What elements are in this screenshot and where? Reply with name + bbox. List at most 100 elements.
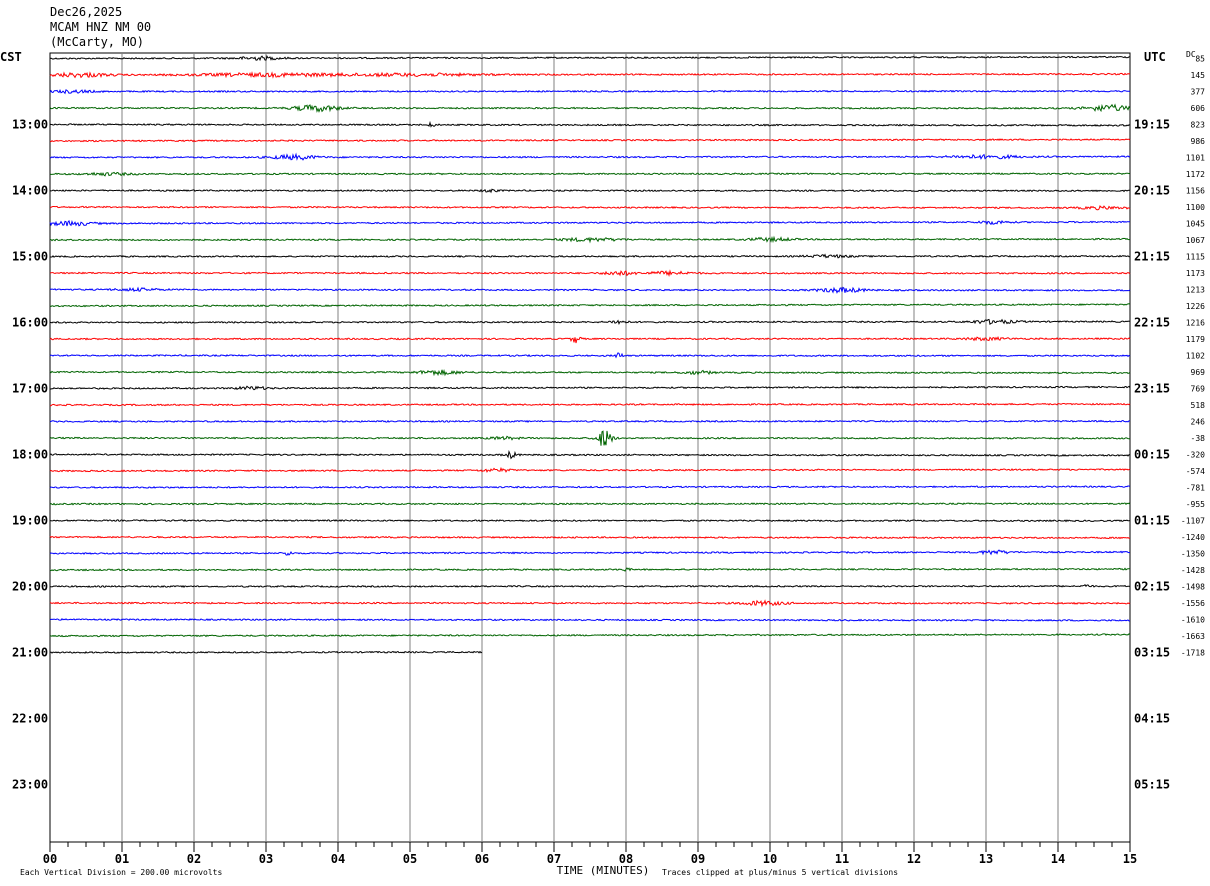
seismic-trace (49, 567, 1131, 572)
dc-value-label: 1213 (1186, 286, 1205, 295)
dc-value-label: -1498 (1181, 583, 1205, 592)
seismic-trace (49, 55, 1131, 62)
x-tick-label: 15 (1123, 852, 1137, 866)
plot-grid (49, 52, 1131, 843)
scale-note: Each Vertical Division = 200.00 microvol… (20, 868, 222, 877)
seismic-trace (49, 286, 1131, 294)
seismic-trace (49, 335, 1131, 344)
dc-value-labels: 85 145 377 606 823 986 1101 1172 1156 1100 1045 106… (1181, 55, 1205, 658)
right-hour-label: 00:15 (1134, 448, 1170, 462)
dc-value-label: -955 (1186, 500, 1205, 509)
x-tick-label: 11 (835, 852, 849, 866)
dc-value-label: 1115 (1186, 253, 1205, 262)
seismic-trace (49, 318, 1131, 326)
dc-value-label: 518 (1191, 401, 1206, 410)
clip-note: Traces clipped at plus/minus 5 vertical … (662, 868, 898, 877)
seismic-trace (49, 502, 1131, 506)
x-tick-label: 05 (403, 852, 417, 866)
seismic-trace (50, 583, 1131, 589)
seismic-trace (49, 120, 1131, 128)
left-hour-label: 17:00 (12, 382, 48, 396)
dc-value-label: -1610 (1181, 616, 1205, 625)
seismic-trace (50, 253, 1131, 259)
dc-value-label: 769 (1191, 385, 1206, 394)
dc-value-label: 377 (1191, 88, 1206, 97)
seismic-trace (49, 549, 1130, 556)
right-timezone-label: UTC (1144, 50, 1166, 64)
seismic-trace (49, 618, 1131, 622)
seismic-trace (49, 204, 1131, 211)
right-hour-label: 20:15 (1134, 184, 1170, 198)
right-hour-label: 21:15 (1134, 250, 1170, 264)
seismic-trace (49, 235, 1131, 244)
dc-value-label: 85 (1195, 55, 1205, 64)
dc-value-label: 1216 (1186, 319, 1205, 328)
right-hour-label: 05:15 (1134, 778, 1170, 792)
seismic-trace (49, 71, 1131, 79)
dc-value-label: 1173 (1186, 269, 1205, 278)
dc-value-label: 1102 (1186, 352, 1205, 361)
left-hour-label: 22:00 (12, 712, 48, 726)
dc-value-label: -1663 (1181, 632, 1205, 641)
dc-value-label: 986 (1191, 137, 1206, 146)
x-axis-ticks: 00 01 02 03 04 05 06 07 08 09 10 11 12 13 14 15 (43, 842, 1137, 866)
dc-value-label: -1428 (1181, 566, 1205, 575)
right-hour-label: 19:15 (1134, 118, 1170, 132)
left-hour-label: 14:00 (12, 184, 48, 198)
dc-value-label: 246 (1191, 418, 1206, 427)
seismic-trace (49, 419, 1131, 424)
dc-value-label: -1350 (1181, 550, 1205, 559)
dc-value-label: 1179 (1186, 335, 1205, 344)
plot-frame (49, 52, 1131, 843)
dc-value-label: 1226 (1186, 302, 1205, 311)
right-hour-label: 23:15 (1134, 382, 1170, 396)
left-hour-label: 21:00 (12, 646, 48, 660)
seismic-trace (49, 385, 1131, 391)
x-tick-label: 14 (1051, 852, 1065, 866)
dc-value-label: 1156 (1186, 187, 1205, 196)
x-tick-label: 13 (979, 852, 993, 866)
trace-group (49, 55, 1131, 654)
left-hour-label: 15:00 (12, 250, 48, 264)
left-hour-label: 13:00 (12, 118, 48, 132)
dc-value-label: 1101 (1186, 154, 1205, 163)
left-hour-label: 23:00 (12, 778, 48, 792)
x-tick-label: 12 (907, 852, 921, 866)
seismic-trace (49, 518, 1131, 523)
seismic-trace (49, 485, 1131, 489)
seismic-trace (49, 402, 1131, 407)
right-hour-label: 03:15 (1134, 646, 1170, 660)
x-tick-label: 04 (331, 852, 345, 866)
header-station: MCAM HNZ NM 00 (50, 20, 151, 34)
right-hour-labels: 19:15 20:15 21:15 22:15 23:15 00:15 01:15 02:15… (1134, 118, 1170, 792)
left-hour-labels: 13:00 14:00 15:00 16:00 17:00 18:00 19:00 20:00… (12, 118, 48, 792)
dc-value-label: -1107 (1181, 517, 1205, 526)
seismic-trace (49, 171, 1131, 177)
dc-value-label: -1240 (1181, 533, 1205, 542)
dc-value-label: -574 (1186, 467, 1205, 476)
left-hour-label: 20:00 (12, 580, 48, 594)
dc-value-label: -1556 (1181, 599, 1205, 608)
left-hour-label: 16:00 (12, 316, 48, 330)
dc-value-label: 823 (1191, 121, 1206, 130)
seismic-trace (49, 352, 1131, 359)
dc-value-label: -781 (1186, 484, 1205, 493)
seismic-trace (49, 188, 1130, 194)
seismic-trace (49, 430, 1131, 446)
dc-value-label: 145 (1191, 71, 1206, 80)
seismic-trace (49, 138, 1131, 143)
dc-value-label: 1172 (1186, 170, 1205, 179)
seismic-trace (49, 466, 1131, 473)
dc-value-label: 1045 (1186, 220, 1205, 229)
left-timezone-label: CST (0, 50, 22, 64)
seismic-trace (49, 368, 1131, 377)
seismic-trace (49, 633, 1131, 638)
dc-value-label: 606 (1191, 104, 1206, 113)
left-hour-label: 19:00 (12, 514, 48, 528)
left-hour-label: 18:00 (12, 448, 48, 462)
dc-value-label: -38 (1191, 434, 1206, 443)
dc-value-label: 1100 (1186, 203, 1205, 212)
x-tick-label: 09 (691, 852, 705, 866)
seismic-trace (49, 599, 1131, 608)
x-tick-label: 06 (475, 852, 489, 866)
